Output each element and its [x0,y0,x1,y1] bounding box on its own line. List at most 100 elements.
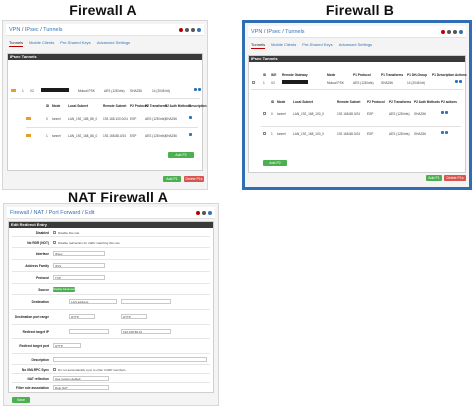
tab-advanced-settings[interactable]: Advanced Settings [339,40,372,49]
p2-enable-toggle[interactable] [26,117,31,120]
redirect-ip-input[interactable]: 192.168.88.10 [121,329,171,334]
p2-remote-subnet: 192.168.88.0/24 [103,134,127,138]
edit-icon[interactable] [455,80,458,83]
nat-reflection-label: NAT reflection [27,377,49,381]
p2-protocol: ESP [367,112,374,116]
tab-mobile-clients[interactable]: Mobile Clients [271,40,296,49]
interface-select[interactable]: IPsec [53,251,105,256]
log-icon[interactable] [208,211,212,215]
no-xmlrpc-label: No XMLRPC Sync [21,368,49,372]
p1-header-protocol: P1 Protocol [353,73,371,77]
p2-local-subnet: LAN_192_168_88_0 [68,134,98,138]
breadcrumb-ipsec[interactable]: IPsec [25,27,39,33]
p2-header-mode: Mode [277,100,286,104]
p2-mode: tunnel [52,134,61,138]
p2-select-checkbox[interactable] [263,112,266,115]
breadcrumb-firewall[interactable]: Firewall [10,210,29,216]
destination-address-input[interactable] [121,299,171,304]
log-icon[interactable] [197,28,201,32]
protocol-label: Protocol [36,276,49,280]
help-icon[interactable] [196,211,200,215]
p2-transforms: AES (128 bits) [389,112,410,116]
p2-edit-icon[interactable] [441,131,444,134]
copy-icon[interactable] [459,80,462,83]
p2-select-checkbox[interactable] [263,132,266,135]
settings-icon[interactable] [185,28,189,32]
breadcrumb-nat[interactable]: NAT [34,210,45,216]
add-p1-button[interactable]: Add P1 [163,176,181,182]
p1-mode: Mutual PSK [327,81,344,85]
edit-redirect-panel: Edit Redirect Entry Disabled Disable thi… [8,221,214,393]
breadcrumb-ipsec[interactable]: IPsec [267,29,281,35]
save-button[interactable]: Save [12,397,30,403]
no-rdr-checkbox[interactable] [53,241,56,244]
description-label: Description [31,358,49,362]
log-icon[interactable] [459,30,463,34]
chart-icon[interactable] [453,30,457,34]
breadcrumb-vpn[interactable]: VPN [9,27,20,33]
tab-tunnels[interactable]: Tunnels [251,40,266,49]
firewall-b-screenshot: VPN / IPsec / Tunnels Tunnels Mobile Cli… [242,20,472,190]
help-icon[interactable] [441,30,445,34]
breadcrumb-port-forward[interactable]: Port Forward [49,210,81,216]
p1-dh-group: 14 (2048 bit) [407,81,425,85]
tab-pre-shared-keys[interactable]: Pre-Shared Keys [60,38,90,47]
tab-pre-shared-keys[interactable]: Pre-Shared Keys [302,40,332,49]
enable-toggle[interactable] [11,89,16,92]
address-family-select[interactable]: IPv4 [53,263,105,268]
p2-enable-toggle[interactable] [26,134,31,137]
redirect-ip-label: Redirect target IP [22,330,49,334]
firewall-a-label: Firewall A [69,2,137,18]
p1-transforms: SHA256 [381,81,393,85]
description-input[interactable] [53,357,207,362]
p2-protocol: ESP [130,134,137,138]
tab-tunnels[interactable]: Tunnels [9,38,24,47]
help-icon[interactable] [179,28,183,32]
p2-transforms: AES (128 bits) [145,117,166,121]
settings-icon[interactable] [447,30,451,34]
nat-reflection-select[interactable]: Use system default [53,376,109,381]
p1-header-remote-gateway: Remote Gateway [282,73,308,77]
dest-port-to-select[interactable]: HTTP [121,314,147,319]
p2-protocol: ESP [367,132,374,136]
p1-protocol: AES (128 bits) [353,81,374,85]
chart-icon[interactable] [191,28,195,32]
address-family-label: Address Family [25,264,49,268]
copy-icon[interactable] [198,88,201,91]
p2-local-subnet: LAN_192_168_100_0 [293,132,325,136]
dest-port-from-select[interactable]: HTTP [69,314,95,319]
disabled-text: Disable this rule [58,231,80,235]
p2-edit-icon[interactable] [189,133,192,136]
tab-mobile-clients[interactable]: Mobile Clients [29,38,54,47]
breadcrumb-vpn[interactable]: VPN [251,29,262,35]
destination-type-select[interactable]: LAN address [69,299,117,304]
p2-copy-icon[interactable] [445,111,448,114]
no-xmlrpc-checkbox[interactable] [53,368,56,371]
redirect-type-select[interactable] [69,329,109,334]
edit-icon[interactable] [194,88,197,91]
disabled-checkbox[interactable] [53,231,56,234]
settings-icon[interactable] [202,211,206,215]
p2-header-transforms: P2 Transforms [145,104,168,108]
add-p1-button[interactable]: Add P1 [426,175,442,181]
p2-copy-icon[interactable] [445,131,448,134]
p1-mode: Mutual PSK [78,89,95,93]
display-advanced-button[interactable]: Display Advanced [53,287,75,292]
panel-title: Edit Redirect Entry [9,222,213,228]
ipsec-tunnels-panel: IPsec Tunnels ID IKE Remote Gateway Mode… [248,55,467,173]
protocol-select[interactable]: TCP [53,275,105,280]
breadcrumb-tunnels: Tunnels [285,29,305,35]
delete-p1-button[interactable]: Delete P1s [184,176,204,182]
add-p2-button[interactable]: Add P2 [168,152,194,158]
filter-rule-select[interactable]: Rule NAT [53,385,109,390]
delete-p1-button[interactable]: Delete P1s [444,175,466,181]
p2-edit-icon[interactable] [189,116,192,119]
p2-edit-icon[interactable] [441,111,444,114]
redirect-port-label: Redirect target port [19,344,49,348]
tab-advanced-settings[interactable]: Advanced Settings [97,38,130,47]
p2-local-subnet: LAN_192_168_88_0 [68,117,98,121]
select-checkbox[interactable] [252,81,255,84]
disabled-label: Disabled [35,231,49,235]
add-p2-button[interactable]: Add P2 [263,160,287,166]
redirect-port-select[interactable]: HTTP [53,343,81,348]
